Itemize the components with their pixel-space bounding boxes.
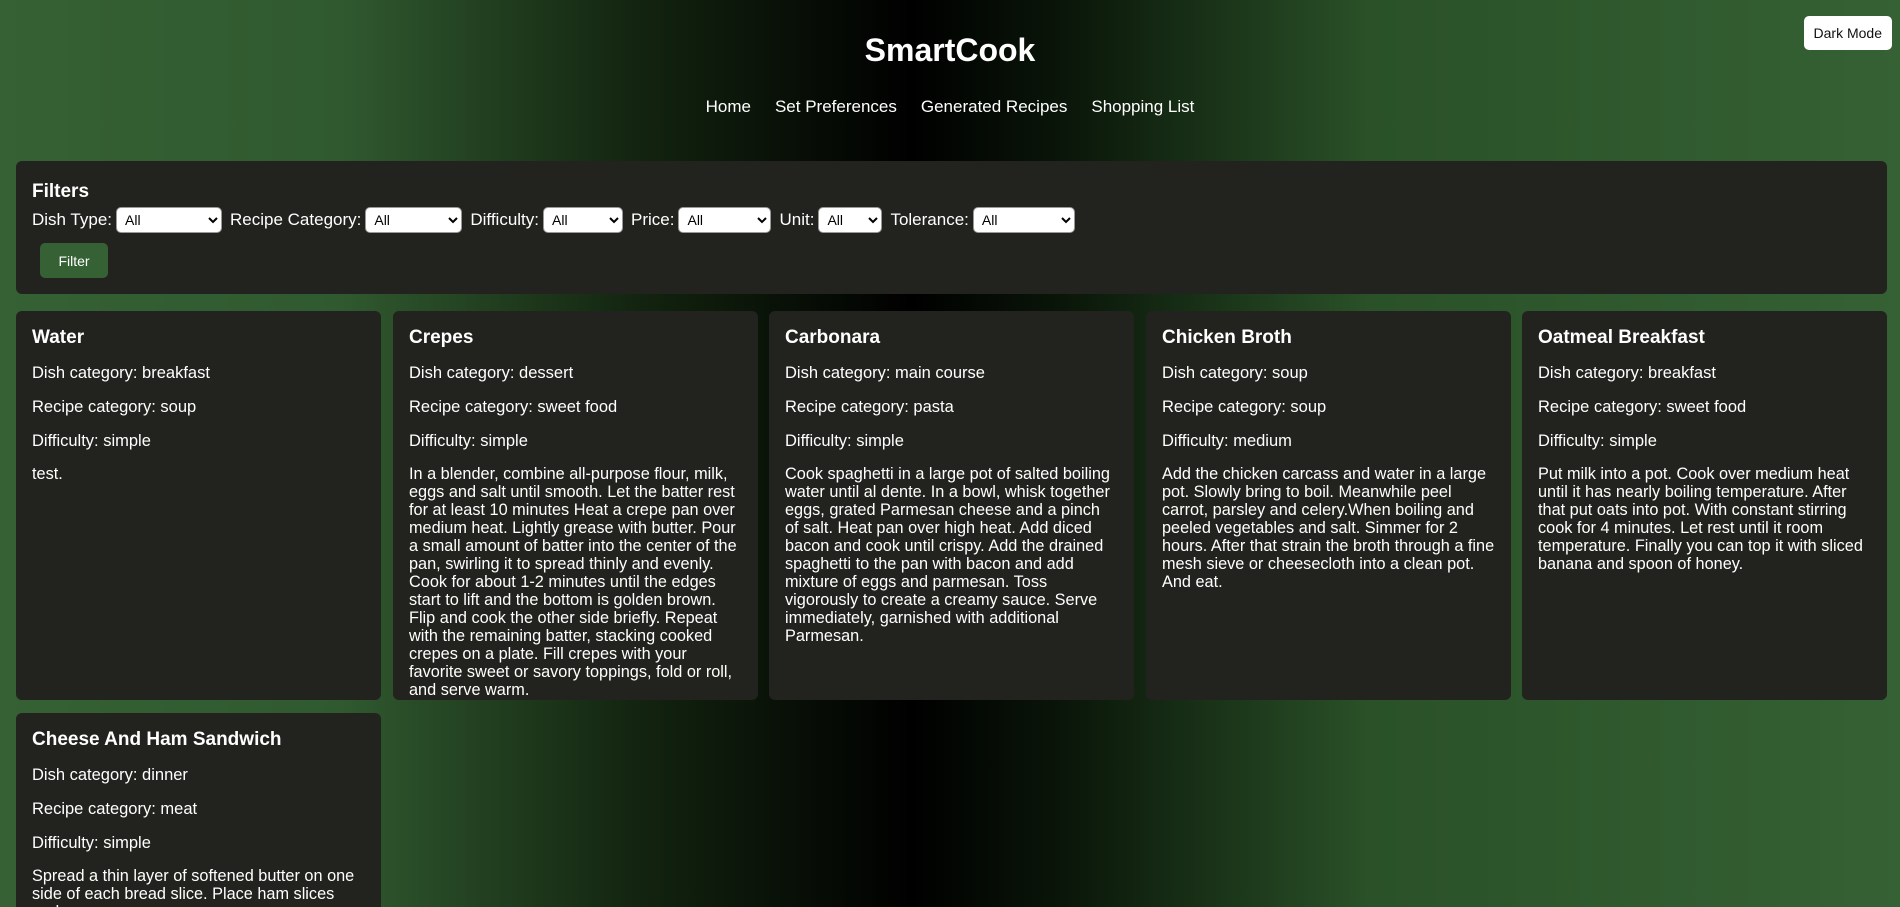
difficulty-label: Difficulty:: [470, 210, 540, 229]
nav-set-preferences[interactable]: Set Preferences: [775, 97, 897, 117]
recipe-category: Recipe category: meat: [32, 800, 198, 818]
recipe-instructions: test.: [32, 465, 63, 483]
recipe-category: Recipe category: soup: [32, 398, 197, 416]
recipe-category: Recipe category: soup: [1162, 398, 1327, 416]
recipe-title: Oatmeal Breakfast: [1538, 327, 1705, 348]
recipe-difficulty: Difficulty: simple: [32, 834, 151, 852]
recipe-card-cheese-and-ham-sandwich: Cheese And Ham Sandwich Dish category: d…: [16, 713, 381, 907]
recipe-difficulty: Difficulty: simple: [409, 432, 528, 450]
recipe-category-label: Recipe Category:: [230, 210, 362, 229]
recipe-difficulty: Difficulty: simple: [1538, 432, 1657, 450]
recipe-category: Recipe category: pasta: [785, 398, 954, 416]
filter-row: Dish Type: All Recipe Category: All Diff…: [32, 206, 1871, 234]
recipe-title: Cheese And Ham Sandwich: [32, 729, 282, 750]
recipe-difficulty: Difficulty: simple: [32, 432, 151, 450]
recipe-instructions: Put milk into a pot. Cook over medium he…: [1538, 465, 1863, 573]
recipe-card-water: Water Dish category: breakfast Recipe ca…: [16, 311, 381, 700]
tolerance-label: Tolerance:: [890, 210, 969, 229]
nav-shopping-list[interactable]: Shopping List: [1091, 97, 1194, 117]
recipe-instructions: In a blender, combine all-purpose flour,…: [409, 465, 737, 699]
recipe-instructions: Spread a thin layer of softened butter o…: [32, 867, 355, 907]
nav-generated-recipes[interactable]: Generated Recipes: [921, 97, 1067, 117]
unit-select[interactable]: All: [818, 207, 883, 233]
recipe-instructions: Cook spaghetti in a large pot of salted …: [785, 465, 1110, 645]
tolerance-select[interactable]: All: [972, 207, 1075, 233]
recipe-dish-category: Dish category: soup: [1162, 364, 1308, 382]
nav-home[interactable]: Home: [706, 97, 751, 117]
difficulty-select[interactable]: All: [543, 207, 624, 233]
recipe-dish-category: Dish category: dessert: [409, 364, 574, 382]
filters-panel: Filters Dish Type: All Recipe Category: …: [16, 161, 1887, 294]
price-select[interactable]: All: [678, 207, 772, 233]
recipe-card-oatmeal-breakfast: Oatmeal Breakfast Dish category: breakfa…: [1522, 311, 1887, 700]
recipe-difficulty: Difficulty: simple: [785, 432, 904, 450]
recipe-title: Carbonara: [785, 327, 881, 348]
recipe-category-select[interactable]: All: [365, 207, 463, 233]
filters-heading: Filters: [32, 181, 90, 202]
recipe-dish-category: Dish category: main course: [785, 364, 985, 382]
recipe-dish-category: Dish category: dinner: [32, 766, 188, 784]
unit-label: Unit:: [779, 210, 815, 229]
recipe-card-carbonara: Carbonara Dish category: main course Rec…: [769, 311, 1134, 700]
main-nav: Home Set Preferences Generated Recipes S…: [0, 97, 1900, 117]
recipe-title: Crepes: [409, 327, 474, 348]
recipe-category: Recipe category: sweet food: [409, 398, 618, 416]
filter-button[interactable]: Filter: [40, 243, 108, 278]
recipe-dish-category: Dish category: breakfast: [32, 364, 210, 382]
recipe-category: Recipe category: sweet food: [1538, 398, 1747, 416]
recipe-card-crepes: Crepes Dish category: dessert Recipe cat…: [393, 311, 758, 700]
dish-type-label: Dish Type:: [32, 210, 113, 229]
recipe-card-chicken-broth: Chicken Broth Dish category: soup Recipe…: [1146, 311, 1511, 700]
recipe-difficulty: Difficulty: medium: [1162, 432, 1292, 450]
recipe-dish-category: Dish category: breakfast: [1538, 364, 1716, 382]
site-title: SmartCook: [864, 32, 1036, 68]
dish-type-select[interactable]: All: [116, 207, 223, 233]
price-label: Price:: [631, 210, 675, 229]
recipe-title: Water: [32, 327, 85, 348]
recipe-title: Chicken Broth: [1162, 327, 1292, 348]
recipe-instructions: Add the chicken carcass and water in a l…: [1162, 465, 1495, 591]
